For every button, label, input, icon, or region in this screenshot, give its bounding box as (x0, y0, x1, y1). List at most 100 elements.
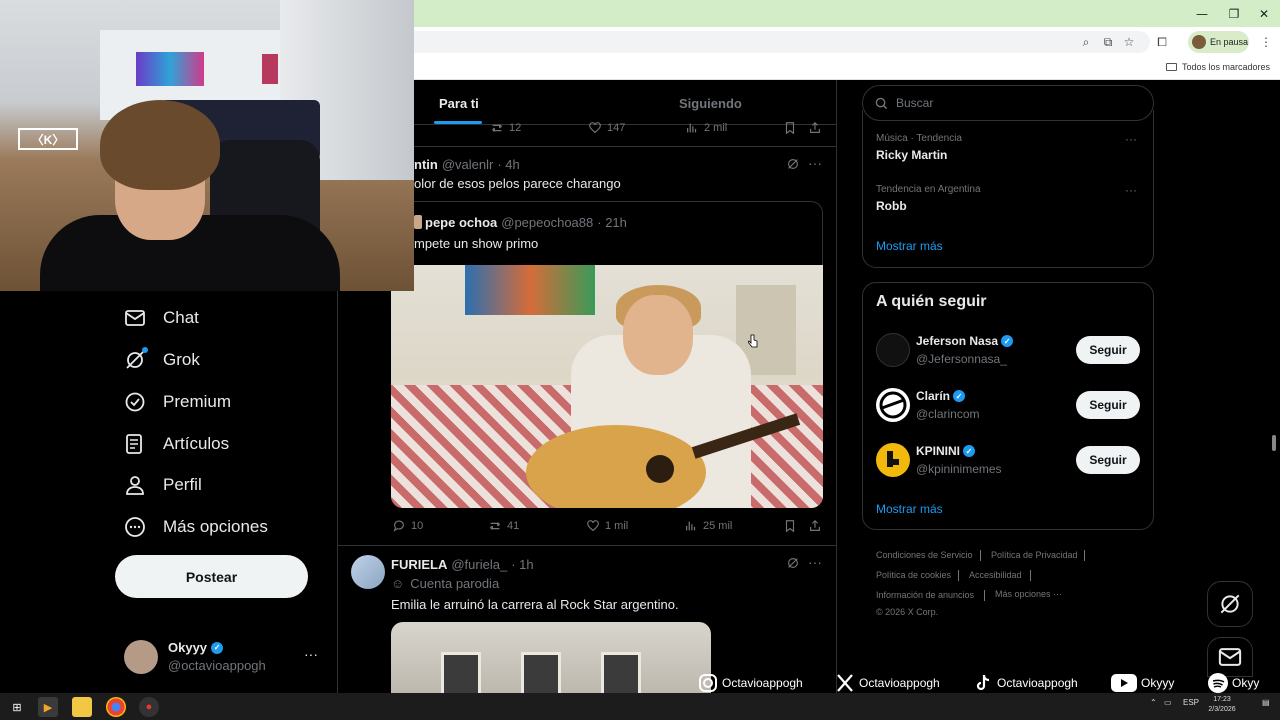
avatar[interactable] (876, 443, 910, 477)
taskbar-clock[interactable]: 17:23 2/3/2026 (1202, 695, 1242, 715)
like-button[interactable]: 147 (588, 121, 625, 135)
nav-chat[interactable]: Chat (124, 303, 199, 333)
reply-button[interactable]: 10 (392, 519, 423, 533)
browser-menu-icon[interactable]: ⋮ (1256, 32, 1276, 52)
more-icon[interactable]: ··· (304, 646, 318, 662)
follow-account-name[interactable]: KPININI (916, 444, 960, 458)
profile-button[interactable]: En pausa (1188, 31, 1249, 53)
chrome-icon[interactable] (106, 697, 126, 717)
views-button[interactable]: 2 mil (685, 121, 727, 135)
tray-chevron-icon[interactable]: ⌃ (1150, 698, 1157, 707)
articles-icon (124, 433, 146, 455)
follow-button[interactable]: Seguir (1076, 446, 1140, 474)
who-to-follow-heading: A quién seguir (876, 293, 987, 310)
trend-more-icon[interactable]: ··· (1125, 132, 1137, 146)
post-image[interactable] (391, 622, 711, 694)
post-button[interactable]: Postear (115, 555, 308, 598)
post-avatar[interactable] (351, 555, 385, 589)
footer-more-link[interactable]: Más opciones ··· (995, 589, 1062, 599)
person-icon (124, 474, 146, 496)
search-icon (875, 97, 888, 109)
media-player-icon[interactable]: ▶ (38, 697, 58, 717)
follow-account-handle: @kpininimemes (916, 462, 1002, 476)
follow-account-handle: @Jefersonnasa_ (916, 352, 1007, 366)
search-input[interactable]: Buscar (862, 85, 1154, 121)
minimize-icon[interactable]: — (1186, 0, 1218, 27)
retweet-icon (491, 124, 503, 132)
footer-ads-link[interactable]: Información de anuncios (876, 590, 974, 600)
post-time[interactable]: · 4h (497, 157, 519, 172)
bookmark-button[interactable] (783, 121, 797, 135)
views-button[interactable]: 25 mil (684, 519, 732, 533)
like-button[interactable]: 1 mil (586, 519, 628, 533)
verified-icon: ✓ (963, 445, 976, 457)
feed-tabs: Para ti Siguiendo (414, 80, 836, 125)
account-switcher[interactable]: Okyyy ✓ @octavioappogh ··· (124, 636, 324, 680)
restore-icon[interactable]: ❐ (1218, 0, 1250, 27)
follow-account-name[interactable]: Jeferson Nasa (916, 334, 998, 348)
page-scrollbar-thumb[interactable] (1272, 435, 1276, 451)
share-button[interactable] (808, 121, 822, 135)
keyboard-language[interactable]: ESP (1183, 698, 1199, 707)
post-image[interactable] (391, 265, 823, 508)
post-more-icon[interactable]: ··· (808, 155, 822, 171)
grok-explain-button[interactable] (786, 556, 800, 570)
trend-more-icon[interactable]: ··· (1125, 183, 1137, 197)
nav-articles[interactable]: Artículos (124, 429, 229, 459)
mail-icon (1218, 648, 1242, 666)
grok-explain-button[interactable] (786, 157, 800, 171)
who-to-follow-show-more-link[interactable]: Mostrar más (876, 502, 943, 516)
spotify-icon (1207, 672, 1229, 694)
messages-float-button[interactable] (1207, 637, 1253, 677)
trends-show-more-link[interactable]: Mostrar más (876, 239, 943, 253)
post-author-handle[interactable]: @furiela_ (451, 557, 507, 572)
follow-account-name[interactable]: Clarín (916, 389, 950, 403)
post-author-name[interactable]: FURIELA (391, 557, 447, 572)
footer-cookies-link[interactable]: Política de cookies (876, 570, 951, 580)
bookmark-button[interactable] (783, 519, 797, 533)
bookmark-star-icon[interactable]: ☆ (1119, 32, 1139, 52)
network-icon[interactable]: ▭ (1164, 698, 1172, 707)
extensions-icon[interactable]: ⧠ (1152, 32, 1172, 52)
quote-time: · 21h (597, 215, 627, 230)
nav-grok[interactable]: Grok (124, 345, 200, 375)
footer-accessibility-link[interactable]: Accesibilidad (969, 570, 1022, 580)
overlay-x: Octavioappogh (834, 672, 940, 694)
folder-icon (1165, 63, 1177, 71)
close-icon[interactable]: ✕ (1248, 0, 1280, 27)
nav-premium[interactable]: Premium (124, 387, 231, 417)
install-app-icon[interactable]: ⧉ (1098, 32, 1118, 52)
tab-for-you[interactable]: Para ti (439, 96, 479, 111)
notification-dot (142, 347, 148, 353)
post-more-icon[interactable]: ··· (808, 554, 822, 570)
footer-privacy-link[interactable]: Política de Privacidad (991, 550, 1078, 560)
avatar[interactable] (876, 388, 910, 422)
hand-cursor-icon (748, 334, 758, 348)
post-time[interactable]: · 1h (511, 557, 533, 572)
nav-profile[interactable]: Perfil (124, 470, 202, 500)
obs-icon[interactable]: ● (139, 697, 159, 717)
share-button[interactable] (808, 519, 822, 533)
account-name: Okyyy (168, 640, 208, 655)
heart-icon (589, 122, 601, 134)
trend-title[interactable]: Robb (876, 199, 907, 213)
windows-start-icon[interactable]: ⊞ (7, 697, 27, 717)
follow-button[interactable]: Seguir (1076, 391, 1140, 419)
trend-title[interactable]: Ricky Martin (876, 148, 947, 162)
post-author-handle[interactable]: @valenlr (442, 157, 494, 172)
retweet-button[interactable]: 12 (490, 121, 521, 135)
grok-float-button[interactable] (1207, 581, 1253, 627)
notifications-icon[interactable]: ▤ (1262, 698, 1270, 707)
avatar[interactable] (876, 333, 910, 367)
post-author-name[interactable]: ntin (414, 157, 438, 172)
file-explorer-icon[interactable] (72, 697, 92, 717)
nav-more-options[interactable]: Más opciones (124, 512, 268, 542)
retweet-button[interactable]: 41 (488, 519, 519, 533)
footer-terms-link[interactable]: Condiciones de Servicio (876, 550, 973, 560)
follow-button[interactable]: Seguir (1076, 336, 1140, 364)
verified-icon: ✓ (211, 641, 224, 654)
zoom-icon[interactable]: ⌕ (1076, 32, 1096, 52)
all-bookmarks-button[interactable]: Todos los marcadores (1165, 62, 1270, 72)
share-icon (810, 121, 820, 133)
tab-following[interactable]: Siguiendo (679, 96, 742, 111)
